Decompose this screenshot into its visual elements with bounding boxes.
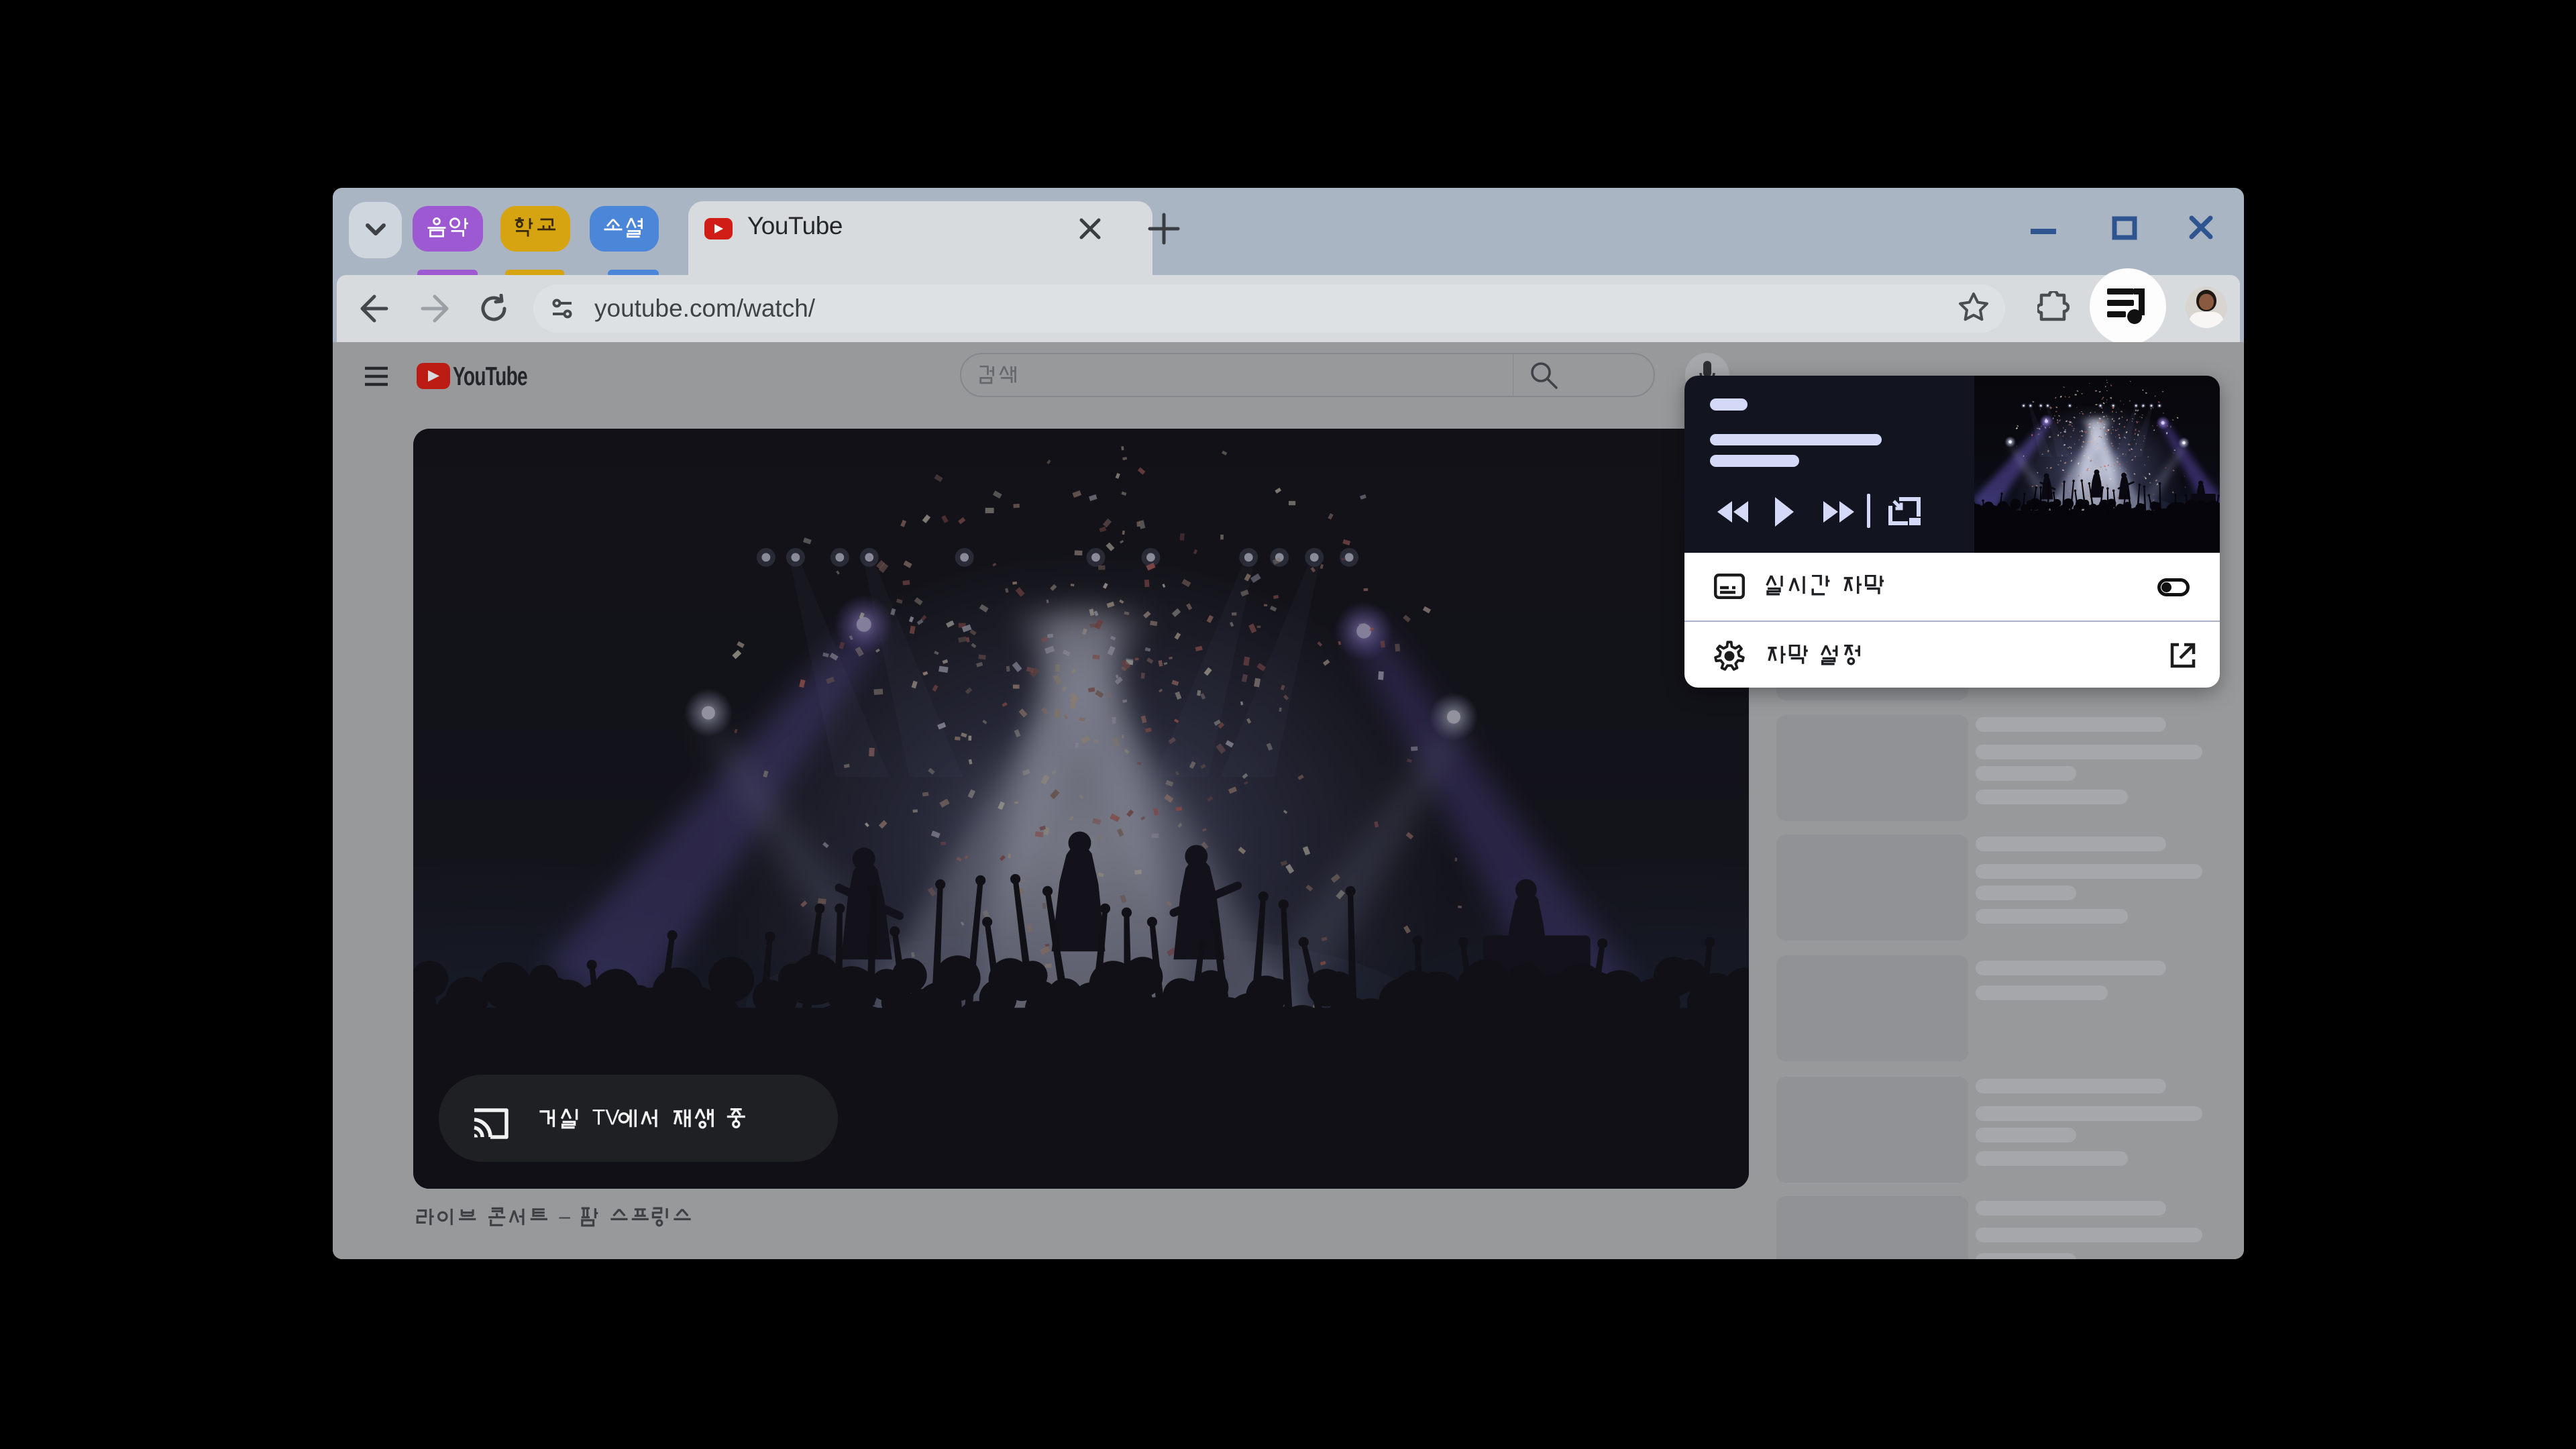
svg-text:–: – [559,1206,570,1228]
svg-text:TV: TV [592,1108,621,1130]
